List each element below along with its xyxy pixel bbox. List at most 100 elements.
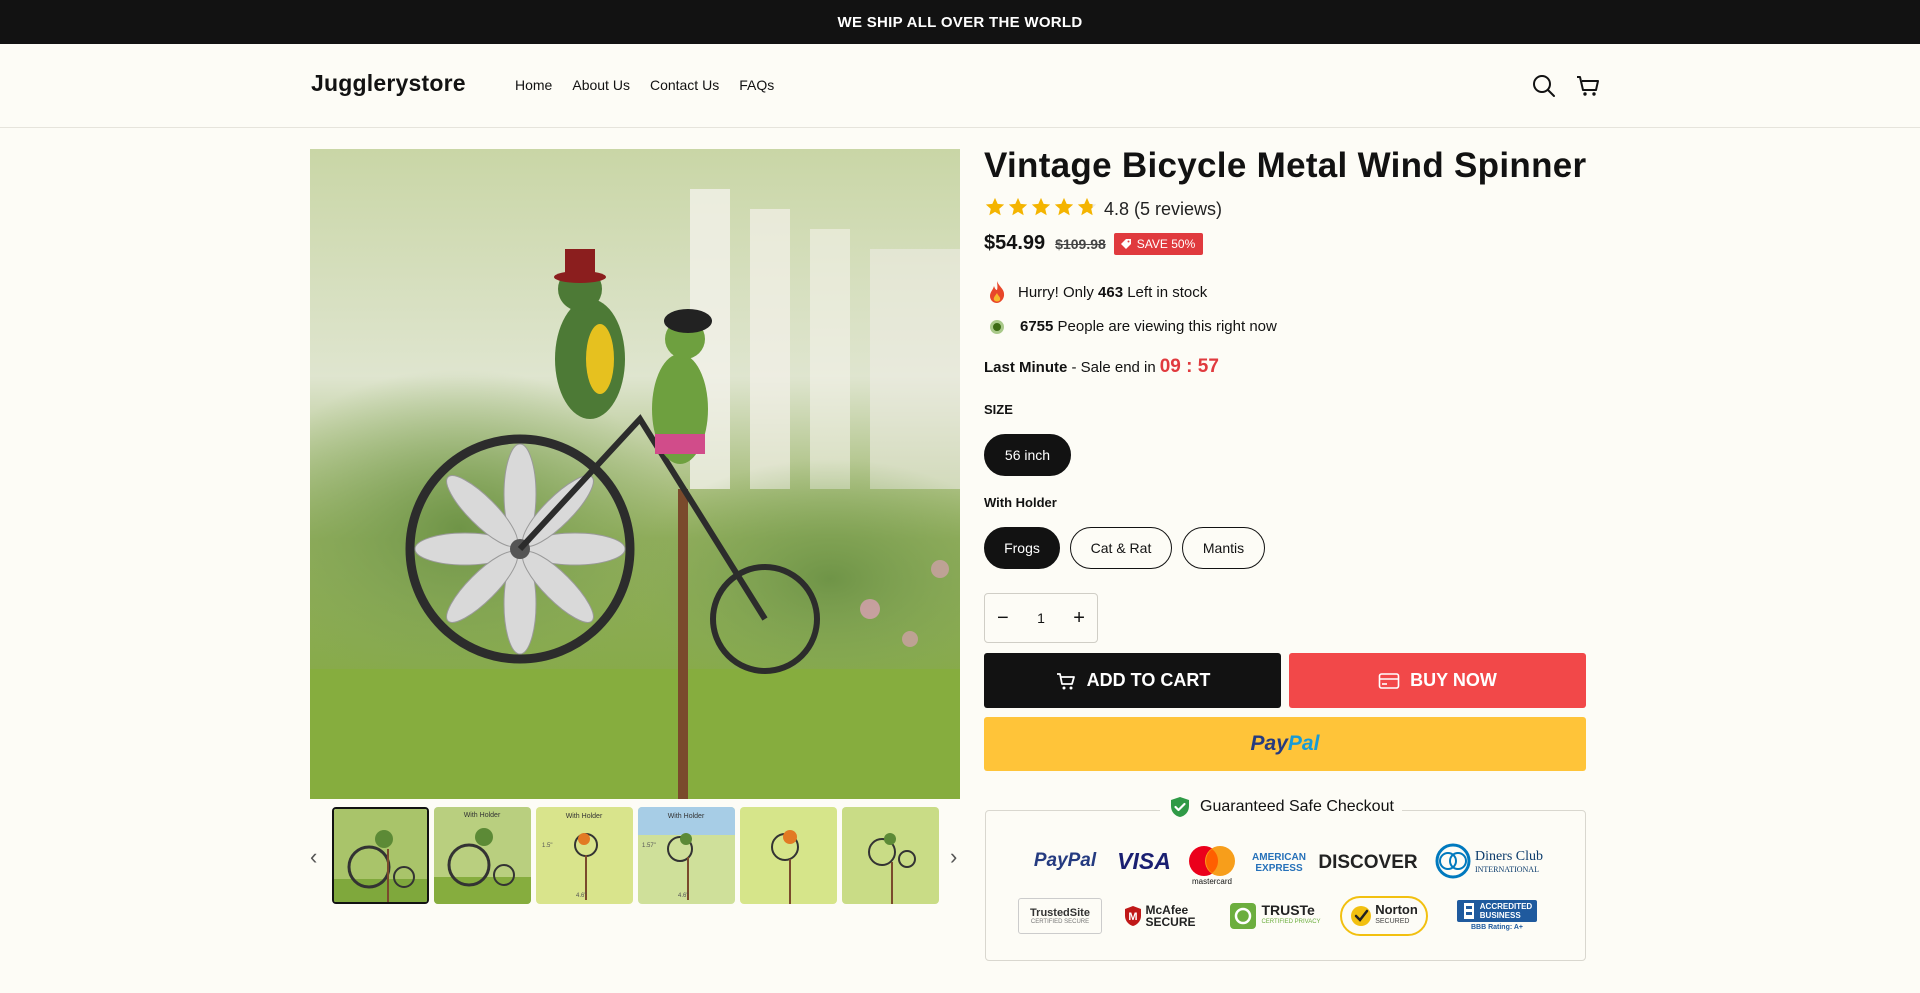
thumbnail-3-caption: With Holder	[566, 813, 603, 820]
announcement-bar: WE SHIP ALL OVER THE WORLD	[0, 0, 1920, 44]
star-icon	[1007, 196, 1029, 223]
nav-contact-us[interactable]: Contact Us	[650, 77, 719, 93]
live-dot-icon	[990, 319, 1004, 334]
bbb-line-2: BUSINESS	[1479, 910, 1521, 920]
tag-icon	[1120, 238, 1131, 249]
product-title: Vintage Bicycle Metal Wind Spinner	[984, 146, 1587, 185]
sale-price: $54.99	[984, 232, 1046, 254]
diners-line-1: Diners Club	[1474, 848, 1544, 864]
viewers-count: 6755	[1020, 318, 1054, 335]
compare-price: $109.98	[1055, 235, 1106, 252]
thumbnail-4[interactable]: With Holder 1.57" 4.6"	[638, 807, 735, 904]
stock-notice: Hurry! Only 463 Left in stock	[984, 279, 1207, 305]
stock-suffix: Left in stock	[1123, 283, 1208, 301]
svg-text:M: M	[1129, 911, 1138, 923]
paypal-logo-text: PayPal	[1033, 850, 1097, 871]
thumbnail-2-caption: With Holder	[464, 812, 501, 819]
thumbnail-gallery: ‹ With Holder With Holder 1.5" 4.6" With H…	[310, 806, 970, 906]
product-rating[interactable]: 4.8 (5 reviews)	[984, 196, 1222, 223]
quantity-stepper: − 1 +	[984, 593, 1098, 643]
rating-stars	[984, 196, 1098, 223]
price-row: $54.99 $109.98 SAVE 50%	[984, 232, 1204, 255]
paypal-pay: Pay	[1250, 732, 1288, 755]
truste-line-1: TRUSTe	[1261, 902, 1315, 918]
safe-checkout-text: Guaranteed Safe Checkout	[1200, 798, 1394, 815]
site-header: Jugglerystore Home About Us Contact Us F…	[0, 44, 1920, 128]
size-option-56-inch[interactable]: 56 inch	[984, 434, 1071, 476]
bbb-seal: ACCREDITED BUSINESS BBB Rating: A+	[1450, 892, 1544, 938]
main-product-image[interactable]	[310, 149, 960, 799]
star-icon	[1076, 196, 1098, 223]
thumbnail-2[interactable]: With Holder	[434, 807, 531, 904]
thumbnail-4-mark: 1.57"	[642, 843, 656, 849]
thumbnail-6[interactable]	[842, 807, 939, 904]
holder-option-frogs[interactable]: Frogs	[984, 527, 1060, 569]
main-nav: Home About Us Contact Us FAQs	[515, 77, 774, 93]
holder-label: With Holder	[984, 495, 1057, 510]
thumbnail-5[interactable]	[740, 807, 837, 904]
stock-prefix: Hurry! Only	[1018, 283, 1099, 301]
stock-count: 463	[1098, 283, 1124, 301]
search-icon[interactable]	[1530, 72, 1558, 100]
norton-line-1: Norton	[1375, 902, 1418, 917]
trust-badges-box	[985, 810, 1586, 961]
countdown-timer: 09 : 57	[1159, 356, 1219, 377]
add-to-cart-button[interactable]: ADD TO CART	[984, 653, 1281, 708]
safe-checkout-heading: Guaranteed Safe Checkout	[1160, 795, 1402, 819]
save-badge-text: SAVE 50%	[1136, 236, 1196, 251]
nav-faqs[interactable]: FAQs	[739, 77, 774, 93]
holder-option-cat-rat[interactable]: Cat & Rat	[1070, 527, 1172, 569]
mcafee-line-2: SECURE	[1145, 915, 1196, 929]
bbb-line-1: ACCREDITED	[1479, 901, 1533, 911]
rating-text: 4.8 (5 reviews)	[1104, 199, 1223, 219]
sale-end-label: Last Minute	[984, 358, 1068, 376]
nav-about-us[interactable]: About Us	[572, 77, 630, 93]
truste-line-2: CERTIFIED PRIVACY	[1261, 919, 1321, 925]
paypal-pal: Pal	[1287, 732, 1320, 755]
star-icon	[1030, 196, 1052, 223]
quantity-minus-button[interactable]: −	[997, 607, 1009, 630]
trustedsite-seal: TrustedSite CERTIFIED SECURE	[1018, 898, 1102, 934]
viewers-notice: 6755 People are viewing this right now	[984, 318, 1277, 335]
buy-now-label: BUY NOW	[1410, 670, 1497, 690]
viewers-suffix: People are viewing this right now	[1053, 318, 1277, 335]
bbb-rating: BBB Rating: A+	[1470, 923, 1524, 931]
visa-logo: VISA	[1116, 846, 1172, 876]
norton-line-2: SECURED	[1375, 918, 1410, 925]
norton-seal: Norton SECURED	[1340, 896, 1428, 936]
discover-logo-text: DISCOVER	[1318, 852, 1418, 873]
save-badge: SAVE 50%	[1113, 232, 1204, 255]
credit-card-icon	[1378, 672, 1400, 689]
visa-logo-text: VISA	[1117, 847, 1171, 874]
trustedsite-line-1: TrustedSite	[1030, 907, 1090, 919]
thumbnail-3-bottom: 4.6"	[576, 893, 586, 899]
sale-countdown: Last Minute - Sale end in 09 : 57	[984, 356, 1219, 378]
size-label: SIZE	[984, 402, 1013, 417]
holder-option-mantis[interactable]: Mantis	[1182, 527, 1265, 569]
thumbnail-4-bottom: 4.6"	[678, 893, 688, 899]
thumbnail-1[interactable]	[332, 807, 429, 904]
discover-logo: DISCOVER	[1318, 848, 1417, 878]
star-icon	[984, 196, 1006, 223]
chevron-left-icon[interactable]: ‹	[310, 844, 317, 870]
mastercard-logo: mastercard	[1182, 842, 1242, 888]
sale-end-text: - Sale end in	[1067, 358, 1156, 376]
chevron-right-icon[interactable]: ›	[950, 844, 957, 870]
amex-line-1: AMERICAN	[1252, 852, 1306, 863]
star-icon	[1053, 196, 1075, 223]
announcement-text: WE SHIP ALL OVER THE WORLD	[837, 13, 1083, 31]
amex-logo: AMERICAN EXPRESS	[1248, 848, 1310, 878]
amex-line-2: EXPRESS	[1255, 863, 1303, 874]
thumbnail-3-mark: 1.5"	[542, 843, 552, 849]
cart-icon[interactable]	[1574, 72, 1602, 100]
buy-now-button[interactable]: BUY NOW	[1289, 653, 1586, 708]
nav-home[interactable]: Home	[515, 77, 552, 93]
quantity-input[interactable]: 1	[1037, 610, 1045, 626]
store-logo[interactable]: Jugglerystore	[311, 70, 466, 97]
paypal-button[interactable]: Pay Pal	[984, 717, 1586, 771]
mcafee-seal: M McAfee SECURE	[1122, 898, 1198, 934]
quantity-plus-button[interactable]: +	[1073, 607, 1085, 630]
add-to-cart-label: ADD TO CART	[1086, 670, 1211, 690]
thumbnail-4-caption: With Holder	[668, 813, 705, 820]
thumbnail-3[interactable]: With Holder 1.5" 4.6"	[536, 807, 633, 904]
